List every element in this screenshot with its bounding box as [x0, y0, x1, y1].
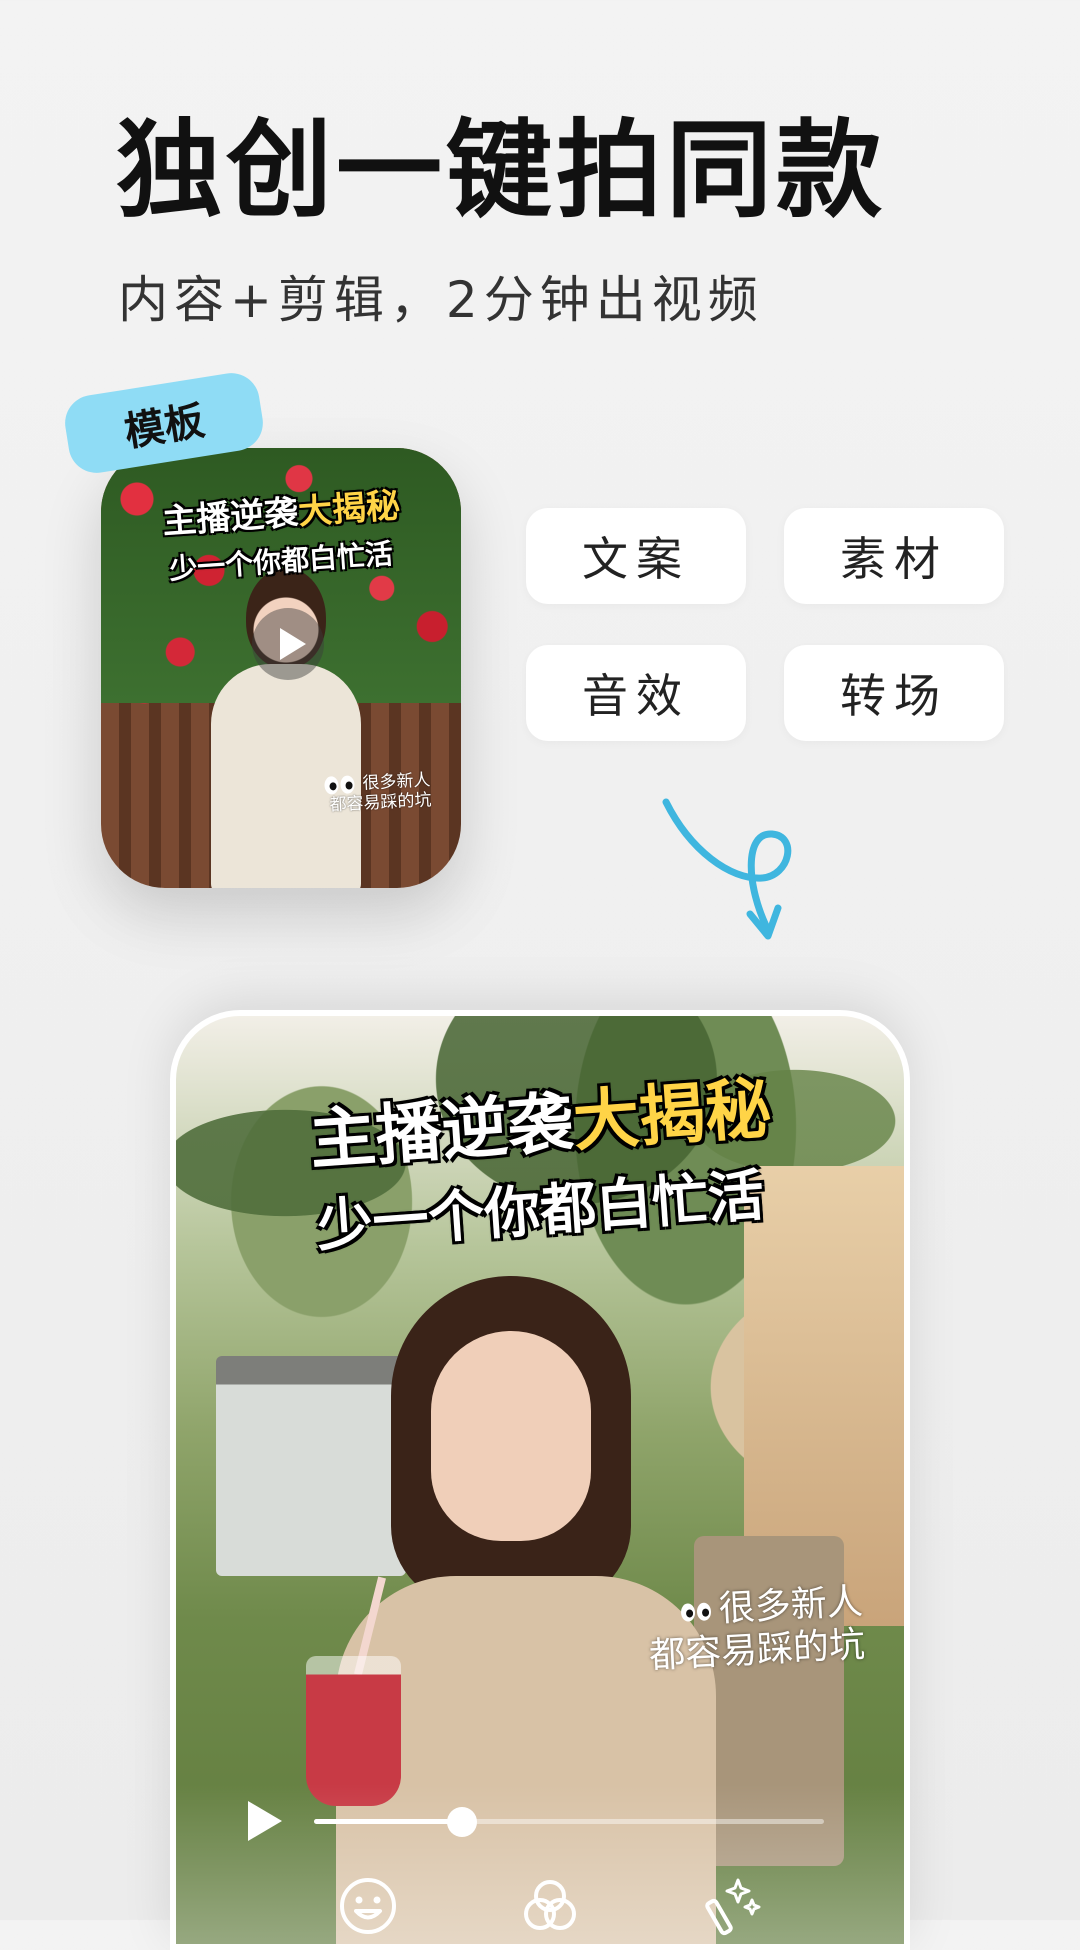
progress-fill	[314, 1819, 462, 1824]
video-preview[interactable]: 主播逆袭大揭秘 少一个你都白忙活 很多新人 都容易踩的坑	[176, 1016, 904, 1944]
effects-icon[interactable]	[700, 1874, 764, 1938]
progress-bar[interactable]	[314, 1807, 824, 1837]
template-card[interactable]: 主播逆袭大揭秘 少一个你都白忙活 很多新人 都容易踩的坑	[101, 448, 461, 888]
sticker-icon[interactable]	[336, 1874, 400, 1938]
eyes-icon	[680, 1588, 714, 1633]
play-icon[interactable]	[248, 1801, 282, 1841]
feature-sound-button[interactable]: 音效	[526, 645, 746, 741]
video-caption: 很多新人 都容易踩的坑	[648, 1581, 867, 1677]
phone-preview: 主播逆袭大揭秘 少一个你都白忙活 很多新人 都容易踩的坑	[170, 1010, 910, 1950]
template-caption: 很多新人 都容易踩的坑	[324, 770, 432, 816]
curly-arrow-icon	[662, 798, 792, 940]
feature-copywriting-button[interactable]: 文案	[526, 508, 746, 604]
feature-transition-button[interactable]: 转场	[784, 645, 1004, 741]
progress-knob[interactable]	[446, 1807, 477, 1837]
play-button[interactable]	[252, 608, 324, 680]
eyes-icon	[324, 774, 357, 796]
play-icon	[280, 628, 306, 660]
page-title: 独创一键拍同款	[116, 109, 886, 232]
feature-materials-button[interactable]: 素材	[784, 508, 1004, 604]
page-subtitle: 内容+剪辑，2分钟出视频	[118, 271, 764, 329]
filter-icon[interactable]	[518, 1874, 582, 1938]
